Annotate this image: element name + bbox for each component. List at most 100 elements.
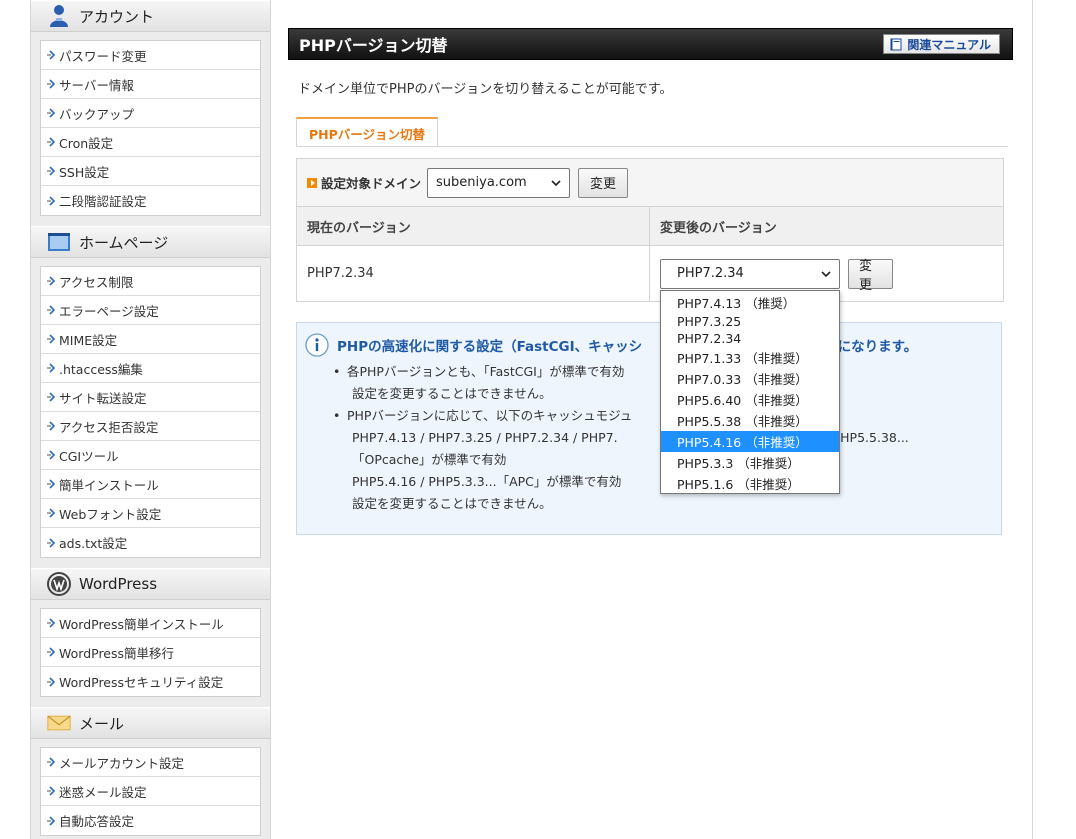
menu-arrow-icon (47, 363, 56, 373)
sidebar-menu-list: アクセス制限エラーページ設定 MIME設定 .htaccess編集 サイト転送設定 アク… (40, 266, 261, 558)
sidebar-menu-item[interactable]: Cron設定 (41, 128, 260, 157)
main-right-border (1032, 0, 1033, 839)
menu-arrow-icon (47, 450, 56, 460)
sidebar-menu-list: WordPress簡単インストール WordPress簡単移行 WordPressセ… (40, 608, 261, 697)
menu-arrow-icon (47, 786, 56, 796)
sidebar-menu-item[interactable]: 二段階認証設定 (41, 186, 260, 215)
domain-row: 設定対象ドメイン subeniya.com 変更 (297, 159, 1003, 207)
info-bullet-1-line-1: 各PHPバージョンとも、「FastCGI」が標準で有効 (347, 364, 625, 379)
sidebar-menu-item[interactable]: WordPress簡単移行 (41, 638, 260, 667)
version-option[interactable]: PHP5.4.16 （非推奨） (661, 431, 839, 452)
page-title-bar: PHPバージョン切替 関連マニュアル (288, 28, 1013, 60)
version-select-value: PHP7.2.34 (677, 266, 744, 281)
domain-select[interactable]: subeniya.com (427, 167, 571, 198)
menu-arrow-icon (47, 195, 56, 206)
version-select[interactable]: PHP7.2.34 (660, 258, 840, 289)
domain-change-button[interactable]: 変更 (578, 167, 629, 198)
menu-arrow-icon (47, 537, 56, 548)
sidebar-menu-item-label: 簡単インストール (59, 477, 159, 493)
sidebar-menu-item[interactable]: ads.txt設定 (41, 528, 260, 557)
related-manual-label: 関連マニュアル (907, 37, 991, 52)
version-option[interactable]: PHP7.1.33 （非推奨） (661, 347, 839, 368)
sidebar-menu-item-label: 迷惑メール設定 (59, 784, 147, 800)
sidebar-menu-item-label: MIME設定 (59, 332, 118, 348)
sidebar-menu-item[interactable]: MIME設定 (41, 325, 260, 354)
menu-arrow-icon (47, 392, 56, 402)
sidebar-menu-item[interactable]: WordPress簡単インストール (41, 609, 260, 638)
page-title: PHPバージョン切替 (299, 36, 448, 55)
version-change-button[interactable]: 変更 (848, 258, 893, 293)
sidebar-menu-item[interactable]: アクセス拒否設定 (41, 412, 260, 441)
sidebar-menu-item[interactable]: SSH設定 (41, 157, 260, 186)
menu-arrow-icon (47, 618, 56, 628)
sidebar-menu-item-label: WordPress簡単インストール (59, 616, 224, 632)
sidebar-category-2: WordPress (31, 568, 270, 600)
new-version-header: 変更後のバージョン (650, 207, 1003, 246)
sidebar-menu-item-label: CGIツール (59, 448, 119, 464)
tab-php-version[interactable]: PHPバージョン切替 (296, 117, 439, 147)
sidebar-category-0: アカウント (31, 0, 270, 32)
menu-arrow-icon (47, 757, 56, 767)
info-box: PHPの高速化に関する設定（FastCGI、キャッシ 効になります。 • 各PHP… (296, 322, 1002, 535)
sidebar-menu-item-label: .htaccess編集 (59, 361, 143, 377)
sidebar-menu-item[interactable]: 迷惑メール設定 (41, 777, 260, 806)
sidebar-menu-item[interactable]: WordPressセキュリティ設定 (41, 667, 260, 696)
menu-arrow-icon (47, 508, 56, 518)
sidebar-menu-item[interactable]: Webフォント設定 (41, 499, 260, 528)
book-icon (890, 38, 902, 50)
wordpress-icon (47, 572, 71, 596)
sidebar-menu-item[interactable]: サーバー情報 (41, 70, 260, 99)
version-option[interactable]: PHP7.4.13 （推奨） (661, 292, 839, 313)
domain-label: 設定対象ドメイン (321, 176, 422, 191)
sidebar-menu-item-label: アクセス拒否設定 (59, 419, 159, 435)
sidebar-menu-item-label: エラーページ設定 (59, 303, 159, 319)
menu-arrow-icon (47, 166, 56, 176)
sidebar-menu-item-label: 二段階認証設定 (59, 194, 147, 209)
sidebar-menu-item-label: サーバー情報 (59, 77, 134, 93)
info-bullet-1-line-2: 設定を変更することはできません。 (352, 386, 552, 401)
arrow-marker-icon (307, 177, 317, 188)
chevron-down-icon (821, 270, 831, 277)
version-option[interactable]: PHP5.3.3 （非推奨） (661, 452, 839, 473)
related-manual-button[interactable]: 関連マニュアル (883, 34, 1000, 54)
sidebar-category-title: ホームページ (79, 233, 169, 252)
sidebar-category-1: ホームページ (31, 226, 270, 258)
sidebar-menu-item[interactable]: CGIツール (41, 441, 260, 470)
sidebar-menu-item[interactable]: メールアカウント設定 (41, 748, 260, 777)
current-version-header: 現在のバージョン (297, 207, 650, 246)
sidebar-menu-item[interactable]: 簡単インストール (41, 470, 260, 499)
version-option[interactable]: PHP5.6.40 （非推奨） (661, 389, 839, 410)
info-bullet-2-line-2-left: PHP7.4.13 / PHP7.3.25 / PHP7.2.34 / PHP7… (352, 430, 618, 445)
sidebar-category-3: メール (31, 707, 270, 739)
info-bullet-2-line-5: 設定を変更することはできません。 (352, 496, 552, 511)
mail-icon (47, 711, 71, 735)
sidebar-menu-item[interactable]: バックアップ (41, 99, 260, 128)
menu-arrow-icon (47, 421, 56, 431)
version-option[interactable]: PHP7.2.34 (661, 330, 839, 347)
sidebar-menu-item-label: Webフォント設定 (59, 506, 162, 522)
sidebar-menu-item-label: Cron設定 (59, 135, 114, 151)
version-table: 現在のバージョン 変更後のバージョン PHP7.2.34 PHP7.2.34 変… (297, 207, 1003, 301)
sidebar-menu-item[interactable]: アクセス制限 (41, 267, 260, 296)
sidebar-category-title: アカウント (79, 7, 155, 26)
sidebar-menu-item[interactable]: 自動応答設定 (41, 806, 260, 835)
version-option[interactable]: PHP5.5.38 （非推奨） (661, 410, 839, 431)
sidebar-menu-item-label: サイト転送設定 (59, 390, 147, 406)
sidebar-menu-item[interactable]: エラーページ設定 (41, 296, 260, 325)
user-icon (47, 4, 71, 28)
sidebar-menu-item-label: 自動応答設定 (59, 814, 135, 829)
version-option[interactable]: PHP5.1.6 （非推奨） (661, 473, 839, 494)
sidebar-menu-list: メールアカウント設定迷惑メール設定 自動応答設定 (40, 747, 261, 836)
sidebar-menu-item[interactable]: サイト転送設定 (41, 383, 260, 412)
sidebar-menu-item-label: パスワード変更 (59, 48, 147, 64)
version-option[interactable]: PHP7.3.25 (661, 313, 839, 330)
sidebar-menu-item-label: バックアップ (59, 106, 135, 122)
menu-arrow-icon (47, 108, 56, 118)
sidebar: アカウントパスワード変更 サーバー情報 バックアップ Cron設定 SSH設定二段階認証… (30, 0, 271, 839)
menu-arrow-icon (47, 647, 56, 657)
version-option[interactable]: PHP7.0.33 （非推奨） (661, 368, 839, 389)
chevron-down-icon (551, 179, 561, 186)
sidebar-menu-item[interactable]: .htaccess編集 (41, 354, 260, 383)
menu-arrow-icon (47, 276, 56, 286)
sidebar-menu-item[interactable]: パスワード変更 (41, 41, 260, 70)
